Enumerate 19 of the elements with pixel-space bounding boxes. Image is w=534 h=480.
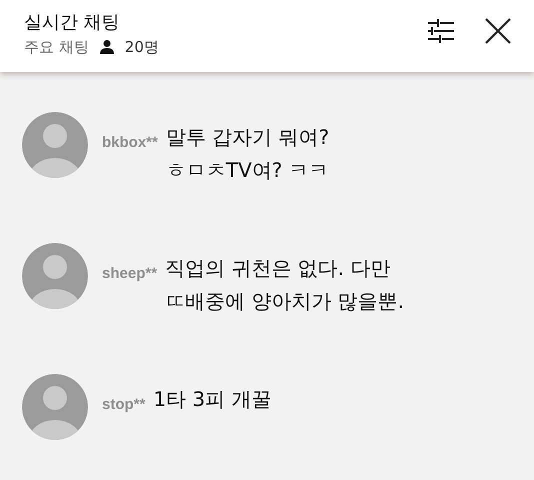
message-text: 직업의 귀천은 없다. 다만 (165, 255, 392, 282)
message-text: ㅎㅁㅊTV여? ㅋㅋ (166, 157, 330, 184)
chat-title: 실시간 채팅 (24, 10, 121, 34)
sliders-icon (426, 19, 456, 43)
username: bkbox** (102, 134, 158, 151)
username: sheep** (102, 265, 158, 282)
close-icon (484, 17, 512, 45)
avatar-icon (22, 112, 88, 178)
username: stop** (102, 396, 146, 413)
settings-button[interactable] (426, 19, 456, 43)
avatar-icon (22, 243, 88, 309)
person-icon (98, 39, 115, 55)
message-text: 1타 3피 개꿀 (153, 386, 272, 413)
participant-count: 20명 (124, 38, 159, 56)
avatar-icon (22, 374, 88, 440)
message-text: ㄸ배중에 양아치가 많을뿐. (165, 288, 404, 315)
chat-subtitle: 주요 채팅 (24, 38, 89, 56)
message-text: 말투 갑자기 뭐여? (166, 124, 330, 151)
close-button[interactable] (484, 17, 512, 45)
